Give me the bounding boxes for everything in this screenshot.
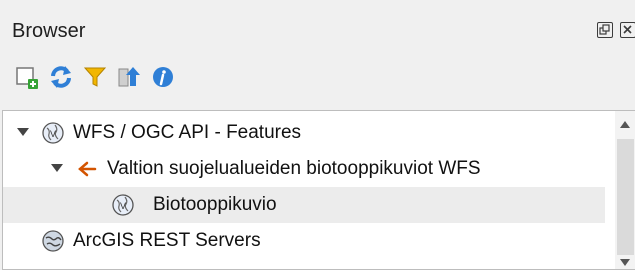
filter-icon[interactable]: [82, 64, 108, 90]
svg-text:V: V: [50, 129, 56, 139]
scroll-up-icon[interactable]: [620, 121, 630, 128]
tree-item-label: Biotooppikuvio: [153, 194, 277, 215]
scroll-down-icon[interactable]: [620, 259, 630, 266]
browser-tree[interactable]: V WFS / OGC API - Features Valtion suoje…: [2, 110, 635, 270]
properties-info-icon[interactable]: [150, 64, 176, 90]
tree-item-label: WFS / OGC API - Features: [73, 122, 302, 143]
panel-titlebar: Browser: [0, 0, 635, 56]
tree-item-layer[interactable]: V Biotooppikuvio: [3, 187, 605, 223]
tree-item-label: ArcGIS REST Servers: [73, 230, 261, 251]
expand-arrow-icon[interactable]: [51, 164, 63, 172]
tree-item-label: Valtion suojelualueiden biotooppikuviot …: [107, 158, 481, 179]
refresh-icon[interactable]: [48, 64, 74, 90]
tree-item-arcgis[interactable]: ArcGIS REST Servers: [3, 223, 615, 259]
arcgis-globe-icon: [42, 230, 64, 252]
scroll-thumb[interactable]: [617, 139, 634, 255]
wfs-globe-icon: V: [42, 122, 64, 144]
connection-icon: [78, 161, 97, 177]
expand-arrow-icon[interactable]: [17, 128, 29, 136]
panel-title: Browser: [12, 20, 86, 42]
close-icon[interactable]: [620, 22, 635, 38]
browser-panel: Browser V WFS / OGC API - Features Valti…: [0, 0, 635, 270]
float-icon[interactable]: [597, 22, 613, 38]
tree-item-connection[interactable]: Valtion suojelualueiden biotooppikuviot …: [3, 151, 615, 187]
svg-text:V: V: [120, 201, 126, 211]
collapse-all-icon[interactable]: [116, 64, 142, 90]
layer-globe-icon: V: [112, 194, 134, 216]
tree-item-wfs[interactable]: V WFS / OGC API - Features: [3, 115, 615, 151]
vertical-scrollbar[interactable]: [615, 111, 635, 269]
add-selected-layers-icon[interactable]: [14, 64, 40, 90]
browser-toolbar: [0, 56, 635, 100]
